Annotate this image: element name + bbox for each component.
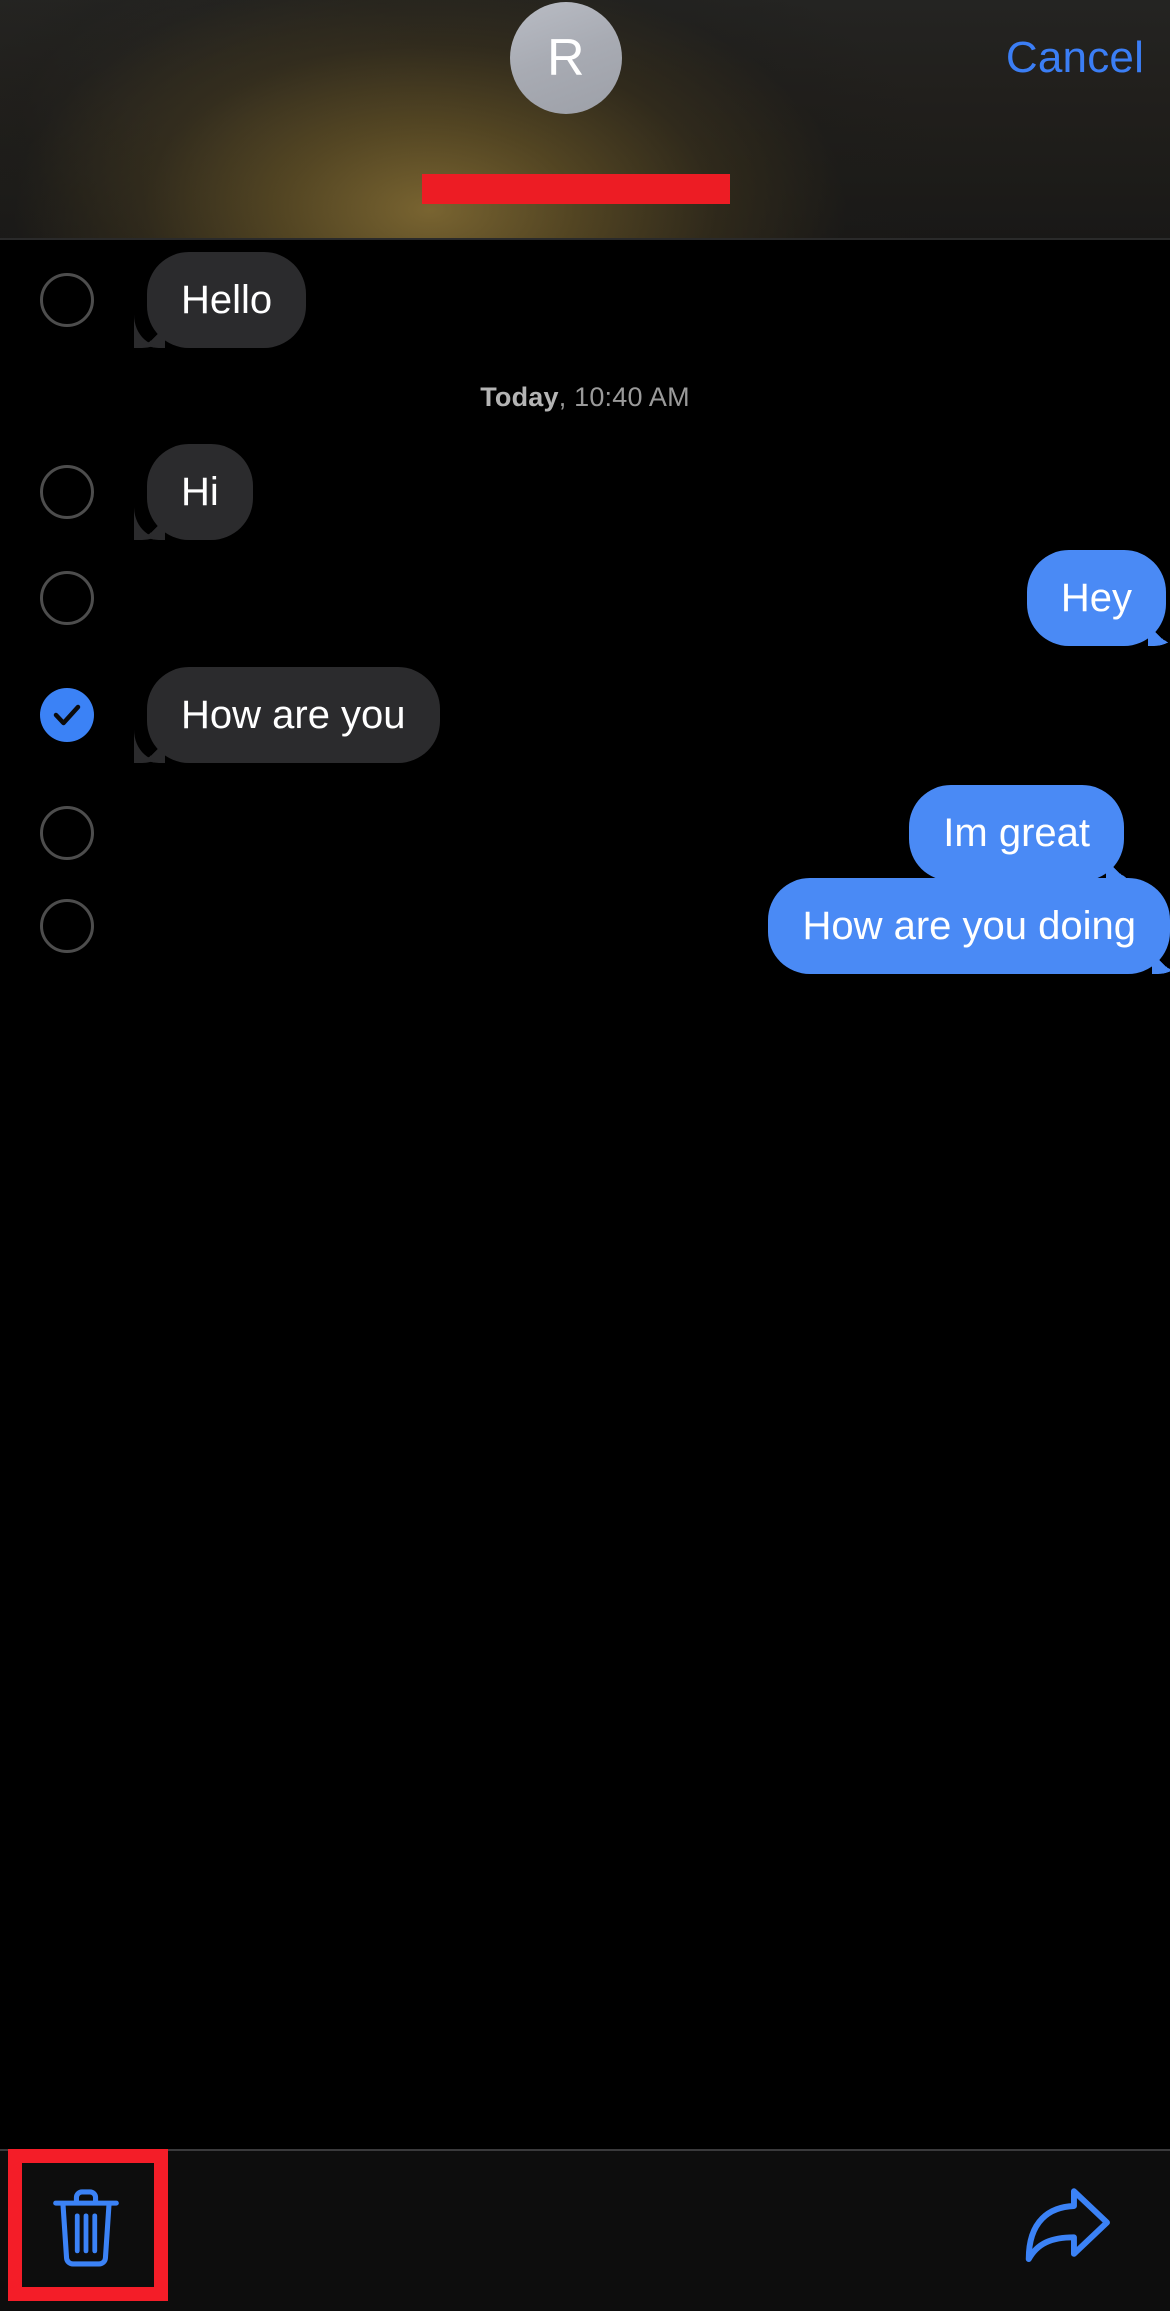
avatar[interactable]: R — [510, 2, 622, 114]
trash-icon — [53, 2189, 119, 2267]
message-bubble[interactable]: Hello — [147, 252, 307, 348]
cancel-button[interactable]: Cancel — [980, 28, 1170, 88]
message-bubble[interactable]: How are you doing — [768, 878, 1170, 974]
message-row[interactable]: Hi — [0, 433, 1170, 551]
bubble-container: Hello — [0, 252, 1170, 348]
timestamp-divider: Today, 10:40 AM — [0, 360, 1170, 433]
select-circle-0[interactable] — [40, 273, 94, 327]
message-list[interactable]: Hello Today, 10:40 AM Hi Hey How are you… — [0, 240, 1170, 2151]
delete-button[interactable] — [22, 2163, 150, 2291]
message-row[interactable]: Im great — [0, 785, 1170, 881]
bubble-container: Hey — [0, 550, 1170, 646]
message-row[interactable]: Hello — [0, 240, 1170, 360]
message-bubble[interactable]: How are you — [147, 667, 440, 763]
message-bubble[interactable]: Hey — [1026, 550, 1166, 646]
selection-toolbar — [0, 2149, 1170, 2311]
forward-button[interactable] — [1012, 2171, 1122, 2281]
checkmark-icon — [53, 704, 81, 726]
message-row[interactable]: How are you — [0, 645, 1170, 785]
name-redaction-bar — [422, 174, 730, 204]
select-circle-2[interactable] — [40, 571, 94, 625]
avatar-initial: R — [546, 29, 586, 87]
bubble-container: How are you — [0, 667, 1170, 763]
select-circle-4[interactable] — [40, 806, 94, 860]
select-circle-3[interactable] — [40, 688, 94, 742]
message-row[interactable]: Hey — [0, 550, 1170, 646]
bubble-container: Hi — [0, 444, 1170, 540]
bubble-container: How are you doing — [0, 878, 1170, 974]
message-bubble[interactable]: Im great — [909, 785, 1124, 881]
conversation-header: R Rashika B. Cancel — [0, 0, 1170, 240]
timestamp-time: , 10:40 AM — [558, 382, 690, 412]
select-circle-5[interactable] — [40, 899, 94, 953]
message-bubble[interactable]: Hi — [147, 444, 253, 540]
select-circle-1[interactable] — [40, 465, 94, 519]
timestamp-day: Today — [480, 382, 559, 412]
bubble-container: Im great — [0, 785, 1170, 881]
message-row[interactable]: How are you doing — [0, 878, 1170, 974]
forward-arrow-icon — [1025, 2188, 1110, 2262]
